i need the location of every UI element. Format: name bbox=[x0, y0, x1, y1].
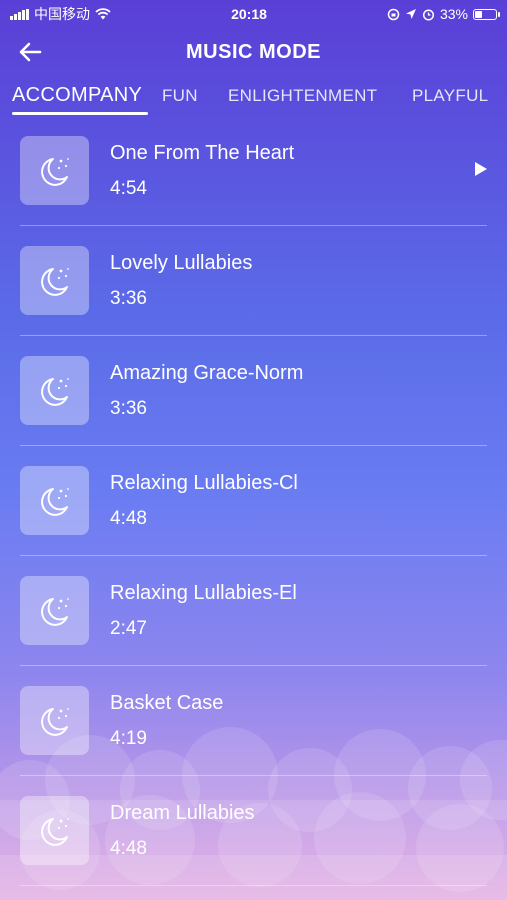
tab-active-indicator bbox=[12, 112, 148, 115]
tab-enlightenment[interactable]: ENLIGHTENMENT bbox=[228, 86, 377, 106]
moon-stars-icon bbox=[40, 707, 69, 736]
tab-accompany[interactable]: ACCOMPANY bbox=[12, 84, 142, 107]
song-thumbnail bbox=[20, 576, 89, 645]
rotation-lock-icon bbox=[387, 8, 400, 20]
page-title: MUSIC MODE bbox=[186, 40, 321, 63]
status-right: 33% bbox=[387, 6, 500, 22]
song-title: Lovely Lullabies bbox=[110, 252, 253, 274]
signal-icon bbox=[10, 8, 29, 20]
play-icon[interactable] bbox=[473, 160, 489, 178]
moon-stars-icon bbox=[40, 267, 69, 296]
song-row-2[interactable]: Lovely Lullabies 3:36 bbox=[0, 226, 507, 336]
status-bar: 中国移动 20:18 33% bbox=[0, 0, 507, 28]
battery-icon bbox=[473, 8, 500, 20]
song-thumbnail bbox=[20, 356, 89, 425]
tab-playful[interactable]: PLAYFUL bbox=[412, 86, 488, 106]
song-title: Relaxing Lullabies-Cl bbox=[110, 472, 298, 494]
wifi-icon bbox=[95, 8, 111, 20]
song-title: Relaxing Lullabies-El bbox=[110, 582, 297, 604]
song-duration: 3:36 bbox=[110, 288, 147, 309]
song-title: One From The Heart bbox=[110, 142, 295, 164]
song-row-6[interactable]: Basket Case 4:19 bbox=[0, 666, 507, 776]
tab-fun[interactable]: FUN bbox=[162, 86, 198, 106]
song-duration: 4:54 bbox=[110, 178, 147, 199]
song-thumbnail bbox=[20, 796, 89, 865]
moon-stars-icon bbox=[40, 377, 69, 406]
tab-bar: ACCOMPANY FUN ENLIGHTENMENT PLAYFUL bbox=[0, 82, 507, 118]
row-divider bbox=[20, 885, 487, 886]
song-duration: 2:47 bbox=[110, 618, 147, 639]
moon-stars-icon bbox=[40, 487, 69, 516]
battery-percent: 33% bbox=[439, 6, 468, 22]
status-left: 中国移动 bbox=[10, 4, 111, 24]
song-title: Basket Case bbox=[110, 692, 224, 714]
back-button[interactable] bbox=[16, 38, 44, 66]
arrow-left-icon bbox=[19, 42, 42, 62]
moon-stars-icon bbox=[40, 157, 69, 186]
song-title: Dream Lullabies bbox=[110, 802, 255, 824]
song-row-7[interactable]: Dream Lullabies 4:48 bbox=[0, 776, 507, 886]
song-duration: 4:48 bbox=[110, 838, 147, 859]
song-thumbnail bbox=[20, 136, 89, 205]
alarm-icon bbox=[422, 8, 435, 21]
battery-level-fill bbox=[475, 10, 482, 18]
song-thumbnail bbox=[20, 466, 89, 535]
song-list: One From The Heart 4:54 Lovely Lullabies… bbox=[0, 116, 507, 886]
song-row-5[interactable]: Relaxing Lullabies-El 2:47 bbox=[0, 556, 507, 666]
song-duration: 4:19 bbox=[110, 728, 147, 749]
moon-stars-icon bbox=[40, 597, 69, 626]
song-title: Amazing Grace-Norm bbox=[110, 362, 304, 384]
song-duration: 3:36 bbox=[110, 398, 147, 419]
header: MUSIC MODE bbox=[0, 30, 507, 74]
song-thumbnail bbox=[20, 686, 89, 755]
moon-stars-icon bbox=[40, 817, 69, 846]
status-time: 20:18 bbox=[231, 6, 267, 22]
song-row-4[interactable]: Relaxing Lullabies-Cl 4:48 bbox=[0, 446, 507, 556]
song-thumbnail bbox=[20, 246, 89, 315]
song-row-1[interactable]: One From The Heart 4:54 bbox=[0, 116, 507, 226]
song-duration: 4:48 bbox=[110, 508, 147, 529]
carrier-label: 中国移动 bbox=[34, 6, 90, 22]
song-row-3[interactable]: Amazing Grace-Norm 3:36 bbox=[0, 336, 507, 446]
location-icon bbox=[405, 9, 416, 19]
